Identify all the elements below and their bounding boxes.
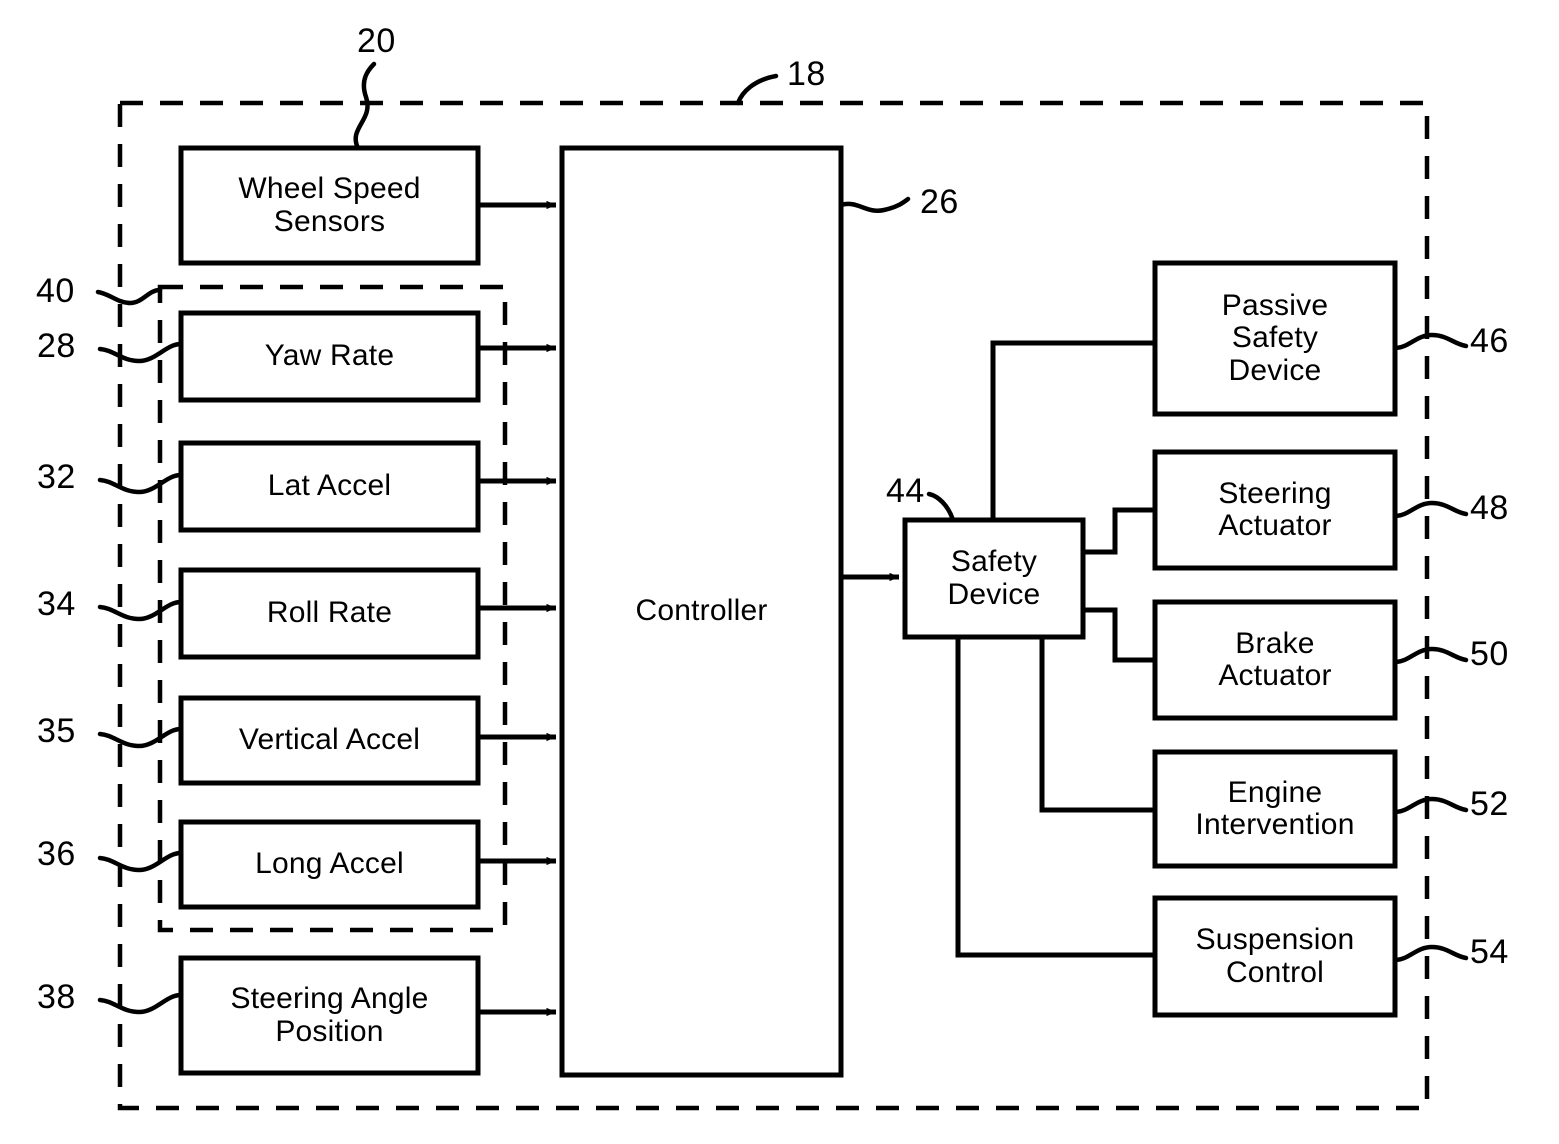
diagram-canvas [95, 61, 1469, 1111]
leader-44 [926, 491, 956, 523]
leader-40 [95, 287, 163, 306]
leader-18 [735, 73, 779, 106]
leader-38 [97, 992, 184, 1015]
roll-rate-box[interactable] [178, 567, 481, 660]
vertical-accel-box[interactable] [178, 695, 481, 786]
ref-numeral-46: 46 [1470, 322, 1509, 360]
long-accel-box[interactable] [178, 819, 481, 910]
wheel-speed-sensors-box[interactable] [178, 145, 481, 266]
passive-safety-device-box[interactable] [1152, 260, 1398, 417]
leader-50 [1392, 646, 1469, 665]
ref-numeral-40: 40 [36, 272, 75, 310]
connector-safety-device-to-brake-actuator [1083, 607, 1155, 663]
ref-numeral-20: 20 [357, 22, 396, 60]
engine-intervention-box[interactable] [1152, 749, 1398, 869]
leader-26 [838, 196, 911, 213]
ref-numeral-35: 35 [37, 712, 76, 750]
ref-numeral-52: 52 [1470, 785, 1509, 823]
leader-46 [1392, 332, 1469, 351]
ref-numeral-36: 36 [37, 835, 76, 873]
ref-numeral-44: 44 [886, 472, 925, 510]
steering-angle-position-box[interactable] [178, 955, 481, 1076]
leader-34 [97, 599, 184, 622]
leader-54 [1392, 944, 1469, 963]
ref-numeral-54: 54 [1470, 933, 1509, 971]
leader-20 [353, 61, 377, 151]
leader-32 [97, 472, 184, 495]
connector-safety-device-to-passive-safety-device [990, 340, 1155, 520]
ref-numeral-38: 38 [37, 978, 76, 1016]
connector-safety-device-to-engine-intervention [1039, 637, 1155, 813]
ref-numeral-32: 32 [37, 458, 76, 496]
ref-numeral-26: 26 [920, 183, 959, 221]
controller-box[interactable] [559, 145, 844, 1078]
brake-actuator-box[interactable] [1152, 599, 1398, 721]
yaw-rate-box[interactable] [178, 310, 481, 403]
patent-figure: Wheel Speed Sensors Yaw Rate Lat Accel R… [0, 0, 1559, 1144]
ref-numeral-28: 28 [37, 327, 76, 365]
leader-35 [97, 726, 184, 749]
leader-52 [1392, 796, 1469, 815]
suspension-control-box[interactable] [1152, 895, 1398, 1018]
lat-accel-box[interactable] [178, 440, 481, 533]
leader-28 [97, 341, 184, 364]
leader-36 [97, 850, 184, 873]
connector-safety-device-to-suspension-control [955, 637, 1155, 958]
safety-device-box[interactable] [902, 517, 1086, 640]
ref-numeral-50: 50 [1470, 635, 1509, 673]
ref-numeral-34: 34 [37, 585, 76, 623]
steering-actuator-box[interactable] [1152, 449, 1398, 571]
leader-48 [1392, 500, 1469, 519]
ref-numeral-18: 18 [787, 55, 826, 93]
connector-safety-device-to-steering-actuator [1083, 507, 1155, 555]
ref-numeral-48: 48 [1470, 489, 1509, 527]
